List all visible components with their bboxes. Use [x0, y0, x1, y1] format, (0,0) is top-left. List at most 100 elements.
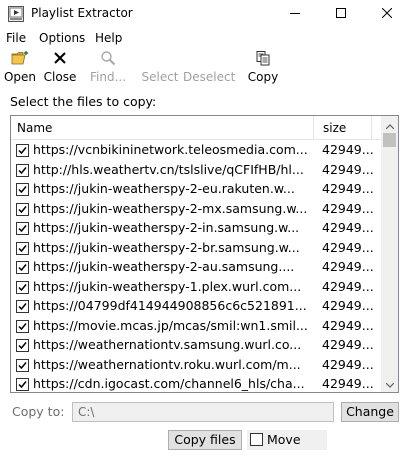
list-item[interactable]: http://hls.weathertv.cn/tslslive/qCFIfHB…: [11, 160, 381, 180]
deselect-button[interactable]: Deselect: [183, 50, 236, 90]
scroll-down-button[interactable]: [381, 375, 398, 392]
checkmark-icon: [18, 166, 27, 174]
row-size: 42949...: [322, 356, 374, 372]
copy-files-button[interactable]: Copy files: [168, 430, 242, 450]
scroll-thumb[interactable]: [383, 133, 396, 147]
row-name: http://hls.weathertv.cn/tslslive/qCFIfHB…: [33, 161, 304, 177]
close-icon: [381, 7, 393, 21]
title-bar[interactable]: Playlist Extractor: [0, 0, 410, 28]
row-size: 42949...: [322, 220, 374, 235]
column-header-size[interactable]: size: [323, 121, 346, 135]
copy-icon: [246, 50, 280, 70]
menu-options[interactable]: Options: [39, 31, 85, 45]
row-checkbox[interactable]: [16, 300, 29, 313]
list-item[interactable]: https://04799df414944908856c6c521891... 4…: [11, 296, 381, 316]
maximize-button[interactable]: [318, 0, 364, 28]
row-checkbox[interactable]: [16, 163, 29, 177]
checkmark-icon: [18, 225, 27, 233]
row-checkbox[interactable]: [16, 202, 29, 216]
checkmark-icon: [18, 244, 27, 252]
checkmark-icon: [18, 361, 27, 369]
row-size: 42949...: [322, 181, 374, 196]
chevron-down-icon: [385, 377, 394, 391]
copy-to-path-field[interactable]: C:\: [72, 402, 334, 422]
checkmark-icon: [18, 264, 27, 272]
row-size: 42949...: [322, 239, 374, 255]
column-header-name[interactable]: Name: [17, 121, 52, 135]
select-label-text: Select: [141, 70, 179, 84]
row-checkbox[interactable]: [16, 261, 29, 274]
row-size: 42949...: [322, 259, 374, 274]
list-item[interactable]: https://jukin-weatherspy-2-br.samsung.w.…: [11, 238, 381, 258]
row-checkbox[interactable]: [16, 280, 29, 294]
row-checkbox[interactable]: [16, 144, 29, 157]
row-checkbox[interactable]: [16, 378, 29, 391]
list-item[interactable]: https://cdn.igocast.com/channel6_hls/cha…: [11, 374, 381, 392]
find-button[interactable]: Find...: [88, 50, 128, 90]
close-button[interactable]: Close: [42, 50, 78, 90]
search-icon: [88, 50, 128, 70]
select-button[interactable]: Select: [140, 50, 180, 90]
row-name: https://movie.mcas.jp/mcas/smil:wn1.smil…: [33, 317, 308, 333]
minimize-button[interactable]: [272, 0, 318, 28]
row-name: https://jukin-weatherspy-2-br.samsung.w.…: [33, 239, 300, 255]
row-checkbox[interactable]: [16, 358, 29, 372]
checkmark-icon: [18, 342, 27, 350]
row-name: https://jukin-weatherspy-2-eu.rakuten.w.…: [33, 181, 295, 196]
row-checkbox[interactable]: [16, 339, 29, 352]
row-checkbox[interactable]: [16, 222, 29, 235]
checkmark-icon: [18, 381, 27, 389]
row-name: https://04799df414944908856c6c521891...: [33, 298, 307, 313]
move-checkbox-area[interactable]: Move: [247, 430, 327, 450]
select-files-label: Select the files to copy:: [10, 94, 157, 109]
file-list[interactable]: Name size https://vcnbikininetwork.teleo…: [10, 115, 399, 393]
list-item[interactable]: https://jukin-weatherspy-2-eu.rakuten.w.…: [11, 179, 381, 199]
checkmark-icon: [18, 147, 27, 155]
row-size: 42949...: [322, 278, 374, 294]
move-checkbox[interactable]: [250, 433, 263, 446]
row-size: 42949...: [322, 298, 374, 313]
list-item[interactable]: https://weathernationtv.roku.wurl.com/m.…: [11, 355, 381, 375]
row-name: https://weathernationtv.roku.wurl.com/m.…: [33, 356, 301, 372]
row-size: 42949...: [322, 142, 374, 157]
row-checkbox[interactable]: [16, 319, 29, 333]
row-name: https://vcnbikininetwork.teleosmedia.com…: [33, 142, 308, 157]
change-button[interactable]: Change: [341, 402, 399, 422]
close-label: Close: [43, 70, 77, 84]
menu-file[interactable]: File: [6, 31, 26, 45]
open-button[interactable]: Open: [3, 50, 37, 90]
open-label: Open: [3, 70, 37, 84]
list-item[interactable]: https://jukin-weatherspy-2-mx.samsung.w.…: [11, 199, 381, 219]
open-folder-icon: [3, 50, 37, 70]
row-name: https://jukin-weatherspy-1.plex.wurl.com…: [33, 278, 302, 294]
close-x-icon: [42, 50, 78, 70]
playlist-extractor-icon: [8, 6, 24, 22]
menu-help[interactable]: Help: [95, 31, 122, 45]
list-item[interactable]: https://vcnbikininetwork.teleosmedia.com…: [11, 140, 381, 160]
move-label: Move: [267, 432, 301, 447]
copy-button[interactable]: Copy: [246, 50, 280, 90]
copy-label: Copy: [247, 70, 279, 84]
list-item[interactable]: https://jukin-weatherspy-2-in.samsung.w.…: [11, 218, 381, 238]
minimize-icon: [290, 7, 300, 21]
vertical-scrollbar[interactable]: [381, 116, 398, 392]
row-size: 42949...: [322, 337, 374, 352]
checkmark-icon: [18, 283, 27, 291]
row-name: https://jukin-weatherspy-2-in.samsung.w.…: [33, 220, 300, 235]
row-name: https://jukin-weatherspy-2-mx.samsung.w.…: [33, 200, 308, 216]
row-size: 42949...: [322, 200, 374, 216]
row-name: https://weathernationtv.samsung.wurl.co.…: [33, 337, 302, 352]
row-checkbox[interactable]: [16, 241, 29, 255]
toolbar: Open Close Find... Select Deselect Copy: [0, 50, 410, 90]
scroll-up-button[interactable]: [381, 116, 398, 133]
window-title: Playlist Extractor: [31, 6, 133, 20]
checkmark-icon: [18, 205, 27, 213]
close-window-button[interactable]: [364, 0, 410, 28]
list-item[interactable]: https://jukin-weatherspy-2-au.samsung...…: [11, 257, 381, 277]
row-checkbox[interactable]: [16, 183, 29, 196]
list-header: Name size: [11, 116, 381, 140]
list-item[interactable]: https://movie.mcas.jp/mcas/smil:wn1.smil…: [11, 316, 381, 336]
list-item[interactable]: https://jukin-weatherspy-1.plex.wurl.com…: [11, 277, 381, 297]
list-item[interactable]: https://weathernationtv.samsung.wurl.co.…: [11, 335, 381, 355]
deselect-label: Deselect: [183, 70, 236, 84]
